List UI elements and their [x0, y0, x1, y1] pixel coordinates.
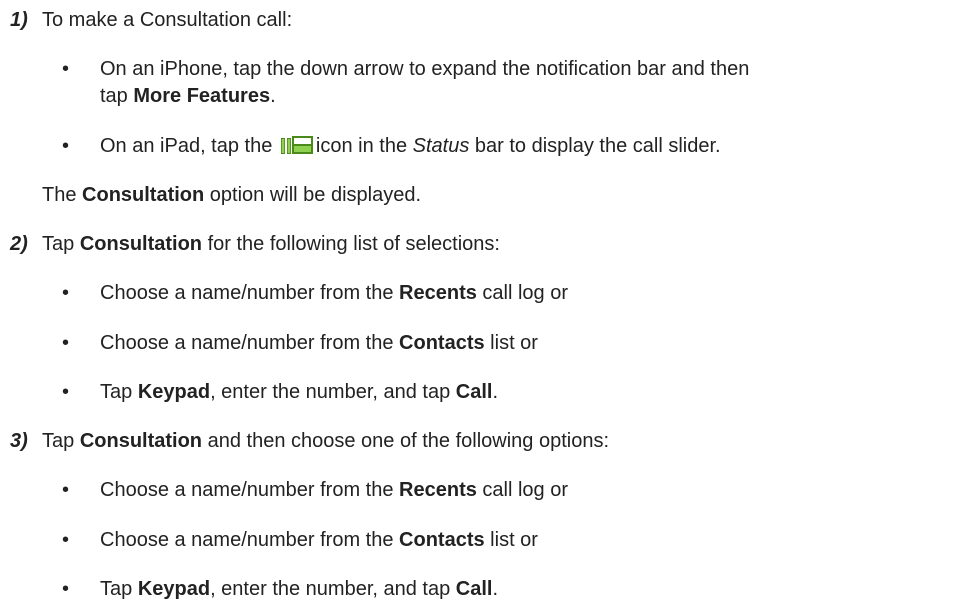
more-features-label: More Features [133, 85, 271, 107]
status-bar-label: Status [412, 135, 470, 157]
bullet-marker: • [62, 58, 70, 80]
bullet-marker: • [62, 282, 70, 304]
bullet-marker: • [62, 529, 70, 551]
call-slider-icon [280, 135, 314, 161]
step-number: 3) [10, 430, 28, 452]
step-number: 1) [10, 9, 28, 31]
step-number: 2) [10, 233, 28, 255]
bullet-marker: • [62, 578, 70, 600]
bullet-marker: • [62, 381, 70, 403]
bullet-text: On an iPhone, tap the down arrow to expa… [100, 58, 750, 80]
bullet-marker: • [62, 135, 70, 157]
bullet-marker: • [62, 479, 70, 501]
step-text: To make a Consultation call: [42, 9, 293, 31]
bullet-marker: • [62, 332, 70, 354]
